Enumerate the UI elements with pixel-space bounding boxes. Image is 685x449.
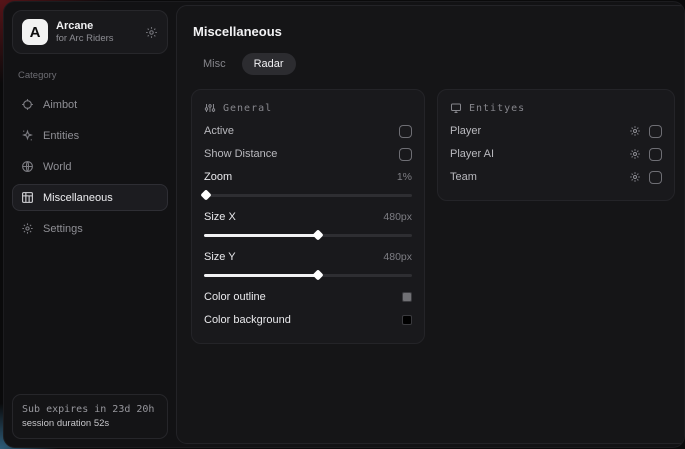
row-label: Team bbox=[450, 171, 477, 183]
player-ai-checkbox[interactable] bbox=[649, 148, 662, 161]
tab-misc[interactable]: Misc bbox=[191, 53, 238, 75]
sliders-icon bbox=[204, 102, 216, 114]
tab-bar: Misc Radar bbox=[191, 53, 675, 75]
app-name: Arcane bbox=[56, 20, 137, 33]
sidebar-item-label: Entities bbox=[43, 130, 79, 142]
app-window: A Arcane for Arc Riders Category bbox=[3, 1, 685, 448]
row-show-distance: Show Distance bbox=[204, 143, 412, 165]
sparkle-icon bbox=[21, 129, 34, 142]
sub-expiry-text: Sub expires in 23d 20h bbox=[22, 402, 158, 417]
panel-general: General Active Show Distance Zoom 1% bbox=[191, 89, 425, 344]
monitor-icon bbox=[450, 102, 462, 114]
row-player-ai: Player AI bbox=[450, 143, 662, 165]
panel-general-header: General bbox=[204, 102, 412, 114]
sidebar-nav: Aimbot Entities World bbox=[12, 91, 168, 242]
player-ai-gear-icon[interactable] bbox=[629, 148, 641, 160]
row-label: Active bbox=[204, 125, 234, 137]
gear-icon bbox=[21, 222, 34, 235]
category-label: Category bbox=[18, 70, 168, 81]
grid-icon bbox=[21, 191, 34, 204]
active-checkbox[interactable] bbox=[399, 125, 412, 138]
size-x-slider-thumb[interactable] bbox=[313, 229, 324, 240]
panel-general-title: General bbox=[223, 103, 272, 114]
size-x-value: 480px bbox=[383, 211, 412, 223]
row-label: Size Y bbox=[204, 251, 236, 263]
page-title: Miscellaneous bbox=[193, 24, 675, 39]
panel-entities-title: Entityes bbox=[469, 103, 525, 114]
player-gear-icon[interactable] bbox=[629, 125, 641, 137]
row-label: Zoom bbox=[204, 171, 232, 183]
row-label: Player AI bbox=[450, 148, 494, 160]
tab-radar[interactable]: Radar bbox=[242, 53, 296, 75]
app-logo: A bbox=[22, 19, 48, 45]
row-label: Size X bbox=[204, 211, 236, 223]
app-subtitle: for Arc Riders bbox=[56, 33, 137, 44]
row-color-background: Color background bbox=[204, 309, 412, 331]
size-x-slider[interactable] bbox=[204, 230, 412, 240]
show-distance-checkbox[interactable] bbox=[399, 148, 412, 161]
session-duration-text: session duration 52s bbox=[22, 417, 158, 431]
brand-card: A Arcane for Arc Riders bbox=[12, 10, 168, 54]
sidebar-item-aimbot[interactable]: Aimbot bbox=[12, 91, 168, 118]
sidebar: A Arcane for Arc Riders Category bbox=[4, 2, 176, 447]
sidebar-item-label: Settings bbox=[43, 223, 83, 235]
brand-text: Arcane for Arc Riders bbox=[56, 20, 137, 45]
row-team: Team bbox=[450, 166, 662, 188]
size-y-slider[interactable] bbox=[204, 270, 412, 280]
globe-icon bbox=[21, 160, 34, 173]
zoom-slider[interactable] bbox=[204, 190, 412, 200]
panels-row: General Active Show Distance Zoom 1% bbox=[191, 89, 675, 344]
sidebar-item-label: Aimbot bbox=[43, 99, 77, 111]
row-label: Show Distance bbox=[204, 148, 277, 160]
row-size-y: Size Y 480px bbox=[204, 246, 412, 268]
team-checkbox[interactable] bbox=[649, 171, 662, 184]
panel-entities-header: Entityes bbox=[450, 102, 662, 114]
crosshair-icon bbox=[21, 98, 34, 111]
sidebar-item-settings[interactable]: Settings bbox=[12, 215, 168, 242]
sidebar-item-miscellaneous[interactable]: Miscellaneous bbox=[12, 184, 168, 211]
size-y-slider-thumb[interactable] bbox=[313, 269, 324, 280]
sidebar-item-entities[interactable]: Entities bbox=[12, 122, 168, 149]
brand-gear-icon[interactable] bbox=[145, 26, 158, 39]
row-label: Player bbox=[450, 125, 481, 137]
row-size-x: Size X 480px bbox=[204, 206, 412, 228]
color-background-swatch[interactable] bbox=[402, 315, 412, 325]
row-label: Color background bbox=[204, 314, 291, 326]
panel-entities: Entityes Player P bbox=[437, 89, 675, 201]
row-active: Active bbox=[204, 120, 412, 142]
size-y-value: 480px bbox=[383, 251, 412, 263]
row-label: Color outline bbox=[204, 291, 266, 303]
sidebar-item-world[interactable]: World bbox=[12, 153, 168, 180]
sidebar-item-label: Miscellaneous bbox=[43, 192, 113, 204]
main-content: Miscellaneous Misc Radar General bbox=[176, 5, 685, 444]
zoom-slider-thumb[interactable] bbox=[200, 189, 211, 200]
zoom-value: 1% bbox=[397, 171, 412, 183]
color-outline-swatch[interactable] bbox=[402, 292, 412, 302]
sidebar-item-label: World bbox=[43, 161, 72, 173]
team-gear-icon[interactable] bbox=[629, 171, 641, 183]
row-zoom: Zoom 1% bbox=[204, 166, 412, 188]
subscription-card: Sub expires in 23d 20h session duration … bbox=[12, 394, 168, 439]
player-checkbox[interactable] bbox=[649, 125, 662, 138]
row-color-outline: Color outline bbox=[204, 286, 412, 308]
row-player: Player bbox=[450, 120, 662, 142]
